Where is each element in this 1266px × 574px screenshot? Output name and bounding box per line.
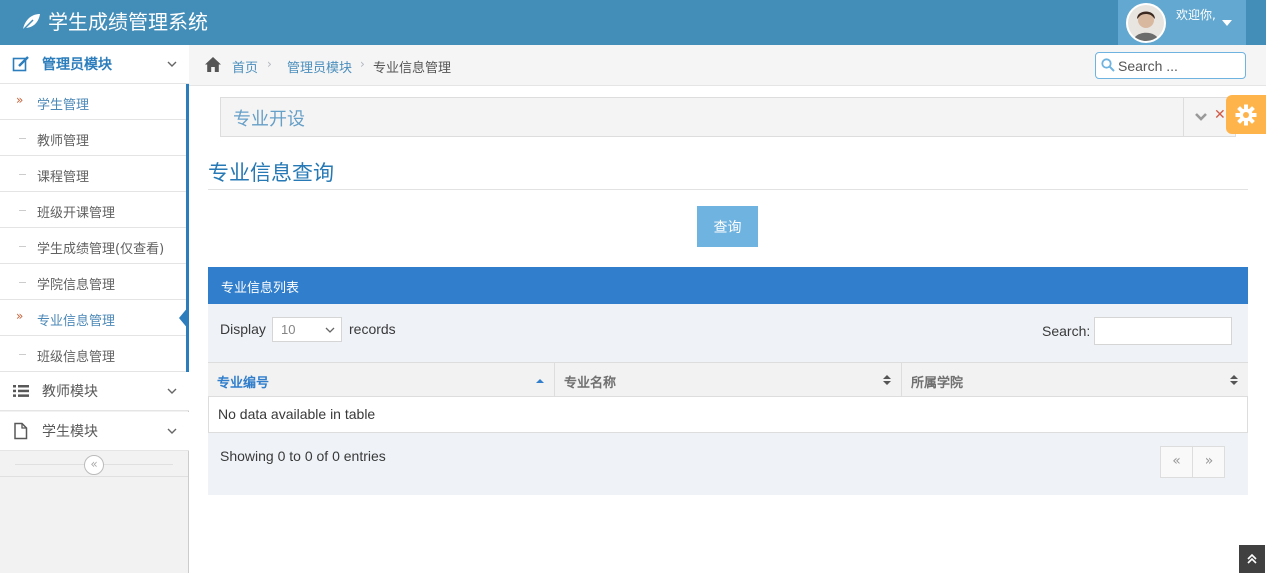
column-header-major-name[interactable]: 专业名称	[554, 363, 901, 397]
table-info: Showing 0 to 0 of 0 entries	[220, 448, 386, 464]
prev-page-button[interactable]: «	[1161, 447, 1193, 477]
display-label: Display	[220, 321, 266, 337]
sort-icon	[1230, 375, 1238, 385]
table-toolbar: Display 10 records Search:	[208, 304, 1248, 362]
column-header-major-id[interactable]: 专业编号	[208, 363, 554, 397]
table-panel-title: 专业信息列表	[221, 281, 300, 296]
nav-search	[1095, 52, 1246, 79]
sidebar-active-arrow	[179, 306, 189, 330]
navbar: 学生成绩管理系统 欢迎你,	[0, 0, 1266, 45]
sidebar-item-grades[interactable]: 学生成绩管理(仅查看)	[0, 228, 188, 264]
sidebar-group-teacher[interactable]: 教师模块	[0, 372, 189, 411]
avatar	[1126, 3, 1166, 43]
close-icon[interactable]: ✕	[1214, 107, 1226, 123]
double-chevron-icon: »	[16, 309, 24, 323]
caret-down-icon	[1222, 20, 1232, 26]
chevron-down-icon	[167, 388, 177, 394]
leaf-icon	[21, 14, 40, 32]
sidebar-item-label: 教师管理	[37, 134, 90, 149]
breadcrumb-home-link[interactable]: 首页	[232, 57, 258, 76]
sidebar-item-teacher[interactable]: 教师管理	[0, 120, 188, 156]
search-input[interactable]	[1118, 56, 1240, 75]
search-icon	[1101, 58, 1115, 72]
welcome-text: 欢迎你,	[1176, 8, 1216, 22]
settings-button[interactable]	[1226, 95, 1266, 134]
chevron-down-icon[interactable]	[1194, 111, 1208, 123]
user-menu[interactable]: 欢迎你,	[1118, 0, 1246, 45]
table-header-row: 专业编号 专业名称 所属学院	[208, 362, 1248, 397]
divider	[208, 189, 1248, 190]
sort-asc-icon	[536, 379, 544, 383]
sidebar-item-college[interactable]: 学院信息管理	[0, 264, 188, 300]
sidebar-group-label: 学生模块	[42, 424, 98, 440]
home-icon[interactable]	[204, 56, 222, 73]
page-title: 专业信息查询	[208, 161, 334, 185]
sidebar-item-course[interactable]: 课程管理	[0, 156, 188, 192]
pagination: « »	[1160, 446, 1225, 478]
sidebar-item-label: 课程管理	[37, 170, 90, 185]
edit-icon	[12, 56, 29, 72]
double-chevron-up-icon	[1247, 553, 1257, 564]
app-title: 学生成绩管理系统	[48, 10, 208, 34]
page-length-select[interactable]: 10	[272, 317, 342, 342]
sidebar-item-class[interactable]: 班级信息管理	[0, 336, 188, 372]
sidebar-item-class-course[interactable]: 班级开课管理	[0, 192, 188, 228]
sidebar-group-student[interactable]: 学生模块	[0, 412, 189, 451]
file-icon	[14, 422, 28, 440]
sidebar-item-label: 学生成绩管理(仅查看)	[37, 242, 165, 257]
sort-icon	[883, 375, 891, 385]
empty-table-message: No data available in table	[218, 406, 376, 422]
scroll-up-button[interactable]	[1239, 545, 1265, 573]
sidebar: 管理员模块 » 学生管理 教师管理 课程管理 班级开课管理 学生成绩管理(仅查看…	[0, 45, 189, 573]
sidebar-group-label: 管理员模块	[42, 57, 112, 73]
sidebar-item-major[interactable]: » 专业信息管理	[0, 300, 188, 336]
sidebar-item-label: 学生管理	[37, 98, 90, 113]
breadcrumb: 首页 › 管理员模块 › 专业信息管理	[189, 45, 1266, 86]
next-page-button[interactable]: »	[1193, 447, 1225, 477]
records-label: records	[349, 321, 396, 337]
query-button[interactable]: 查询	[697, 206, 758, 247]
sidebar-item-label: 学院信息管理	[37, 278, 116, 293]
page-length-value: 10	[281, 322, 296, 337]
sidebar-item-label: 专业信息管理	[37, 314, 116, 329]
widget-box: 专业开设 ✕	[220, 97, 1236, 137]
chevron-down-icon	[325, 327, 335, 333]
list-icon	[13, 385, 29, 397]
sidebar-collapse-button[interactable]: «	[84, 455, 104, 475]
breadcrumb-separator: ›	[267, 57, 272, 71]
breadcrumb-current: 专业信息管理	[373, 61, 452, 76]
breadcrumb-parent-link[interactable]: 管理员模块	[287, 57, 352, 76]
sidebar-item-student[interactable]: » 学生管理	[0, 84, 188, 120]
sidebar-item-label: 班级开课管理	[37, 206, 116, 221]
table-search-label: Search:	[1042, 323, 1091, 339]
sidebar-group-label: 教师模块	[42, 384, 98, 400]
chevron-down-icon	[167, 61, 177, 67]
sidebar-item-label: 班级信息管理	[37, 350, 116, 365]
chevron-down-icon	[167, 428, 177, 434]
sidebar-group-admin[interactable]: 管理员模块	[0, 45, 189, 84]
table-search-input[interactable]	[1094, 317, 1232, 345]
double-chevron-icon: »	[16, 93, 24, 107]
gear-icon	[1235, 104, 1257, 126]
column-header-college[interactable]: 所属学院	[901, 363, 1248, 397]
table-footer: Showing 0 to 0 of 0 entries « »	[208, 433, 1248, 495]
breadcrumb-separator: ›	[360, 57, 365, 71]
brand[interactable]: 学生成绩管理系统	[20, 8, 208, 36]
sidebar-collapse-row: «	[0, 453, 188, 477]
table-row: No data available in table	[208, 397, 1248, 433]
table-panel-header: 专业信息列表	[208, 267, 1248, 304]
widget-title: 专业开设	[233, 109, 305, 130]
